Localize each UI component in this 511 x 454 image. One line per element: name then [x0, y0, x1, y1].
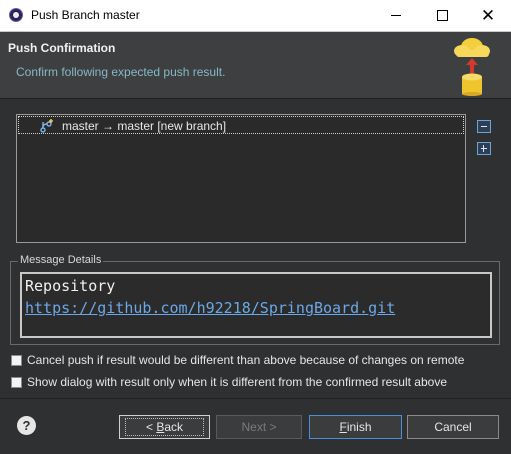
cloud-push-database-icon [454, 38, 490, 96]
tree-row[interactable]: master → master [new branch] [18, 116, 464, 134]
close-button[interactable]: ✕ [465, 0, 511, 31]
show-dialog-label: Show dialog with result only when it is … [27, 375, 447, 389]
repository-url-link[interactable]: https://github.com/h92218/SpringBoard.gi… [25, 299, 395, 317]
message-details-legend: Message Details [18, 254, 104, 266]
help-icon[interactable]: ? [17, 416, 36, 435]
cancel-button[interactable]: Cancel [407, 415, 499, 439]
finish-rest: inish [346, 420, 372, 434]
title-bar: Push Branch master ✕ [0, 0, 511, 32]
cancel-push-checkbox[interactable] [11, 354, 22, 366]
finish-button-label: Finish [339, 420, 371, 434]
back-button[interactable]: < Back [119, 415, 210, 439]
next-button-label: Next > [241, 420, 277, 434]
finish-mnemonic: F [339, 420, 347, 434]
wizard-header: Push Confirmation Confirm following expe… [0, 32, 511, 99]
footer-separator [0, 398, 511, 399]
cancel-push-label: Cancel push if result would be different… [27, 353, 465, 367]
collapse-all-icon[interactable] [477, 120, 491, 133]
show-dialog-checkbox[interactable] [11, 376, 22, 388]
back-rest: ack [164, 420, 184, 434]
tree-row-label: master → master [new branch] [62, 119, 227, 133]
page-title: Push Confirmation [8, 41, 116, 55]
show-dialog-option[interactable]: Show dialog with result only when it is … [11, 375, 447, 389]
cancel-push-option[interactable]: Cancel push if result would be different… [11, 353, 464, 367]
expand-all-icon[interactable] [477, 142, 491, 155]
cancel-button-label: Cancel [434, 420, 472, 434]
message-details-text[interactable]: Repository https://github.com/h92218/Spr… [20, 272, 492, 338]
push-result-tree[interactable]: master → master [new branch] [16, 114, 466, 243]
next-button[interactable]: Next > [216, 415, 302, 439]
back-prefix: < [145, 420, 157, 434]
new-branch-icon [40, 119, 53, 133]
page-description: Confirm following expected push result. [16, 65, 226, 79]
eclipse-icon [9, 8, 23, 22]
back-button-label: < Back [124, 418, 205, 436]
finish-button[interactable]: Finish [309, 415, 402, 439]
minimize-button[interactable] [373, 0, 419, 31]
window-title: Push Branch master [31, 8, 140, 22]
maximize-button[interactable] [419, 0, 465, 31]
repository-label: Repository [25, 277, 116, 295]
